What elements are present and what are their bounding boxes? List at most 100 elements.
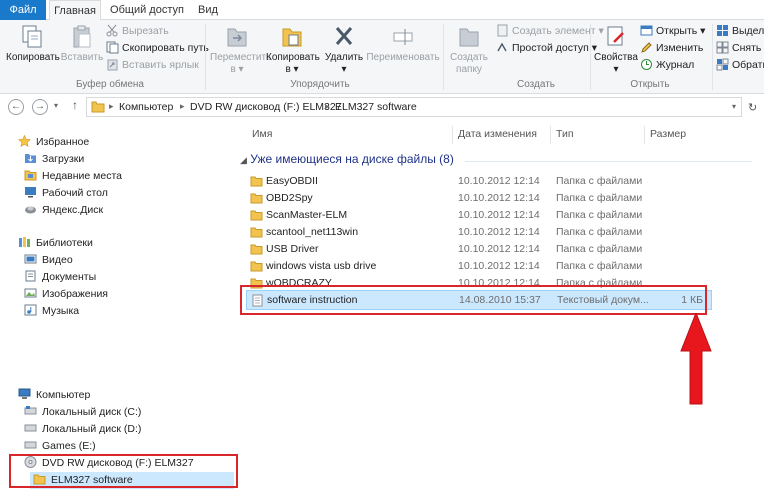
column-separator[interactable] [644, 126, 645, 144]
open-button[interactable]: Открыть ▾ [640, 23, 705, 39]
paste-shortcut-label: Вставить ярлык [122, 59, 199, 71]
file-row[interactable]: scantool_net113win 10.10.2012 12:14 Папк… [246, 224, 712, 241]
address-bar[interactable]: ▸ Компьютер ▸ DVD RW дисковод (F:) ELM32… [86, 97, 742, 117]
column-header-name[interactable]: Имя [252, 128, 272, 140]
address-dropdown-icon[interactable]: ▾ [732, 102, 736, 111]
column-separator[interactable] [550, 126, 551, 144]
file-name: ScanMaster-ELM [266, 209, 348, 221]
back-button[interactable]: ← [8, 99, 24, 115]
file-row[interactable]: windows vista usb drive 10.10.2012 12:14… [246, 258, 712, 275]
nav-libraries[interactable]: Библиотеки [18, 235, 93, 252]
nav-item-label: Недавние места [42, 170, 122, 182]
address-row: ← → ▾ ↑ ▸ Компьютер ▸ DVD RW дисковод (F… [0, 94, 764, 120]
annotation-arrow-icon [680, 313, 712, 405]
column-header-type[interactable]: Тип [556, 128, 574, 140]
file-row[interactable]: USB Driver 10.10.2012 12:14 Папка с файл… [246, 241, 712, 258]
rename-button[interactable]: Переименовать [366, 24, 440, 64]
up-button[interactable]: ↑ [72, 98, 78, 112]
tab-file[interactable]: Файл [0, 0, 46, 20]
rename-label: Переименовать [366, 52, 440, 63]
file-row[interactable]: ScanMaster-ELM 10.10.2012 12:14 Папка с … [246, 207, 712, 224]
group-divider [465, 161, 761, 162]
breadcrumb-computer[interactable]: Компьютер [119, 101, 173, 113]
annotation-highlight-box [240, 285, 707, 315]
copy-icon [22, 25, 42, 48]
copy-path-button[interactable]: Скопировать путь [106, 40, 209, 56]
copy-button[interactable]: Копировать [6, 24, 60, 64]
ribbon-tabs: Файл Главная Общий доступ Вид [0, 0, 764, 21]
delete-button[interactable]: Удалить ▾ [322, 24, 366, 76]
column-header-size[interactable]: Размер [650, 128, 686, 140]
nav-item-music[interactable]: Музыка [24, 303, 79, 320]
file-date: 10.10.2012 12:14 [458, 175, 540, 187]
easy-access-icon [497, 42, 507, 52]
group-header[interactable]: ◢ Уже имеющиеся на диске файлы (8) [240, 152, 454, 166]
file-row[interactable]: OBD2Spy 10.10.2012 12:14 Папка с файлами [246, 190, 712, 207]
forward-button[interactable]: → [32, 99, 48, 115]
copy-folder-icon [282, 28, 302, 47]
easy-access-label: Простой доступ [512, 42, 589, 54]
nav-item-label: Видео [42, 254, 73, 266]
breadcrumb-separator-icon: ▸ [325, 101, 330, 111]
file-row[interactable]: EasyOBDII 10.10.2012 12:14 Папка с файла… [246, 173, 712, 190]
nav-item-drive-e[interactable]: Games (E:) [24, 438, 96, 455]
history-icon [641, 59, 652, 70]
new-item-button[interactable]: Создать элемент ▾ [496, 23, 604, 39]
file-date: 10.10.2012 12:14 [458, 243, 540, 255]
tab-home[interactable]: Главная [49, 0, 101, 21]
nav-computer[interactable]: Компьютер [18, 387, 90, 404]
invert-selection-label: Обрати [732, 59, 764, 71]
nav-item-video[interactable]: Видео [24, 252, 73, 269]
move-to-button[interactable]: Переместить в ▾ [210, 24, 271, 76]
select-none-button[interactable]: Снять в [716, 40, 764, 56]
nav-item-label: Локальный диск (C:) [42, 406, 142, 418]
copy-to-button[interactable]: Копировать в ▾ [266, 24, 320, 76]
properties-icon [607, 26, 624, 46]
history-button[interactable]: Журнал [640, 57, 694, 73]
paste-icon [73, 25, 91, 48]
cut-button[interactable]: Вырезать [106, 23, 169, 39]
breadcrumb-dvd-drive[interactable]: DVD RW дисковод (F:) ELM327 [190, 101, 342, 113]
new-folder-button[interactable]: Создать папку [446, 24, 492, 76]
move-to-label: Переместить в [210, 52, 272, 75]
invert-selection-button[interactable]: Обрати [716, 57, 764, 73]
select-all-button[interactable]: Выделить [716, 23, 764, 39]
breadcrumb-current-folder[interactable]: ELM327 software [335, 101, 417, 113]
nav-item-desktop[interactable]: Рабочий стол [24, 185, 108, 202]
video-icon [24, 254, 37, 264]
file-name: USB Driver [266, 243, 319, 255]
nav-item-drive-c[interactable]: Локальный диск (C:) [24, 404, 141, 421]
recent-locations-chevron-icon[interactable]: ▾ [54, 101, 58, 110]
column-header-date[interactable]: Дата изменения [458, 128, 537, 140]
computer-icon [18, 388, 31, 399]
tab-view[interactable]: Вид [193, 0, 223, 20]
file-type: Папка с файлами [556, 243, 643, 255]
nav-item-documents[interactable]: Документы [24, 269, 96, 286]
drive-icon [24, 424, 37, 432]
properties-button[interactable]: Свойства ▾ [594, 24, 638, 76]
edit-button[interactable]: Изменить [640, 40, 703, 56]
nav-favorites[interactable]: Избранное [18, 134, 89, 151]
column-separator[interactable] [452, 126, 453, 144]
paste-button[interactable]: Вставить [60, 24, 104, 64]
breadcrumb-separator-icon: ▸ [180, 101, 185, 111]
nav-item-pictures[interactable]: Изображения [24, 286, 108, 303]
star-icon [18, 135, 31, 147]
nav-item-recent-places[interactable]: Недавние места [24, 168, 122, 185]
file-type: Папка с файлами [556, 226, 643, 238]
nav-item-yandex-disk[interactable]: Яндекс.Диск [24, 202, 103, 219]
easy-access-button[interactable]: Простой доступ ▾ [496, 40, 597, 56]
ribbon-separator [443, 24, 444, 90]
nav-item-drive-d[interactable]: Локальный диск (D:) [24, 421, 141, 438]
drive-icon [24, 441, 37, 449]
desktop-icon [25, 187, 36, 198]
folder-icon [91, 101, 105, 113]
group-label-clipboard: Буфер обмена [76, 79, 144, 90]
paste-shortcut-button[interactable]: Вставить ярлык [106, 57, 199, 73]
libraries-icon [19, 237, 30, 247]
refresh-icon[interactable]: ↻ [748, 101, 757, 114]
yandex-disk-icon [25, 206, 36, 214]
nav-item-downloads[interactable]: Загрузки [24, 151, 84, 168]
tab-share[interactable]: Общий доступ [108, 0, 186, 20]
scrollbar[interactable] [752, 122, 764, 489]
